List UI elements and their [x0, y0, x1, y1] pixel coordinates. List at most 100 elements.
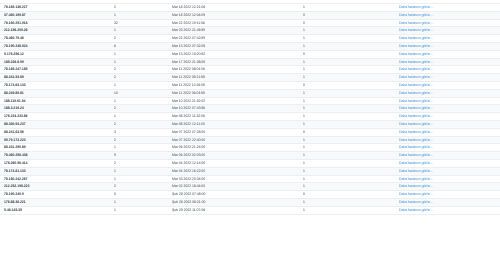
see-more-link[interactable]: Daha fazlasını görün... — [399, 105, 433, 112]
date-cell: Mar 08 2022 12:11:00 — [172, 121, 205, 126]
see-more-link[interactable]: Daha fazlasını görün... — [399, 207, 433, 214]
table-row: 88.231.290.89 1 Mar 06 2022 21:24:00 1 Daha … — [0, 144, 500, 153]
table-row: 185.226.8.99 1 Mar 17 2022 21:38:09 1 Daha f… — [0, 58, 500, 67]
see-more-link[interactable]: Daha fazlasını görün... — [399, 98, 433, 105]
date-cell: Mar 11 2022 12:26:05 — [172, 82, 205, 87]
count-cell: 1 — [114, 59, 116, 64]
see-more-link[interactable]: Daha fazlasını görün... — [399, 43, 433, 50]
value-cell: 1 — [303, 67, 305, 72]
table-row: 88.249.89.81 10 Mar 11 2022 06:03:55 1 Daha … — [0, 89, 500, 98]
date-cell: Mar 22 2022 19:11:56 — [172, 20, 205, 25]
ip-address-cell: 88.241.63.56 — [4, 129, 24, 134]
see-more-link[interactable]: Daha fazlasını görün... — [399, 51, 433, 58]
see-more-link[interactable]: Daha fazlasını görün... — [399, 27, 433, 34]
see-more-link[interactable]: Daha fazlasını görün... — [399, 168, 433, 175]
count-cell: 2 — [114, 184, 116, 189]
value-cell: 1 — [303, 160, 305, 165]
table-row: 178.260.96.414 2 Mar 04 2022 12:14:00 1 Daha… — [0, 160, 500, 168]
see-more-link[interactable]: Daha fazlasını görün... — [399, 137, 433, 144]
date-cell: Mar 10 2022 21:52:02 — [172, 98, 206, 103]
see-more-link[interactable]: Daha fazlasını görün... — [399, 20, 433, 27]
value-cell: 1 — [303, 5, 305, 9]
value-cell: 1 — [303, 184, 305, 189]
value-cell: 1 — [303, 207, 305, 212]
count-cell: 2 — [114, 75, 116, 80]
table-row: 95.79.173.223 2 Mar 07 2022 22:40:00 1 Daha … — [0, 136, 500, 145]
count-cell: 3 — [114, 129, 116, 134]
see-more-link[interactable]: Daha fazlasını görün... — [399, 121, 433, 128]
table-row: 5.176.256.12 1 Mar 13 2022 19:20:52 0 Daha f… — [0, 51, 500, 59]
date-cell: Şub 28 2022 07:48:00 — [172, 192, 206, 197]
see-more-link[interactable]: Daha fazlasını görün... — [399, 191, 433, 198]
ip-address-cell: 37.460.199.87 — [4, 12, 26, 17]
count-cell: 32 — [114, 20, 118, 25]
ip-address-cell: 78.180.242.267 — [4, 176, 28, 181]
see-more-link[interactable]: Daha fazlasını görün... — [399, 82, 433, 89]
value-cell: 1 — [303, 176, 305, 181]
count-cell: 1 — [114, 145, 116, 150]
count-cell: 2 — [114, 137, 116, 142]
value-cell: 0 — [303, 192, 305, 197]
see-more-link[interactable]: Daha fazlasını görün... — [399, 160, 433, 167]
count-cell: 1 — [114, 114, 116, 119]
value-cell: 1 — [303, 114, 305, 119]
count-cell: 1 — [114, 98, 116, 103]
date-cell: Şub 25 2022 11:07:06 — [172, 207, 206, 212]
count-cell: 1 — [114, 12, 116, 17]
ip-address-cell: 5.46.145.35 — [4, 207, 22, 212]
count-cell: 2 — [114, 67, 116, 72]
value-cell: 0 — [303, 51, 305, 56]
date-cell: Mar 02 2022 18:44:00 — [172, 184, 206, 189]
count-cell: 2 — [114, 160, 116, 165]
ip-address-cell: 5.176.256.12 — [4, 51, 24, 56]
value-cell: 1 — [303, 168, 305, 173]
count-cell: 2 — [114, 121, 116, 126]
date-cell: Mar 13 2022 19:20:52 — [172, 51, 206, 56]
date-cell: Mar 04 2022 12:14:00 — [172, 160, 206, 165]
see-more-link[interactable]: Daha fazlasını görün... — [399, 199, 433, 206]
see-more-link[interactable]: Daha fazlasını görün... — [399, 66, 433, 73]
ip-address-cell: 78.189.136.227 — [4, 5, 28, 9]
count-cell: 2 — [114, 106, 116, 111]
see-more-link[interactable]: Daha fazlasını görün... — [399, 176, 433, 183]
see-more-link[interactable]: Daha fazlasını görün... — [399, 4, 433, 11]
see-more-link[interactable]: Daha fazlasını görün... — [399, 152, 433, 159]
ip-address-cell: 212.156.209.26 — [4, 28, 28, 33]
table-row: 5.46.145.35 1 Şub 25 2022 11:07:06 1 Daha fa… — [0, 207, 500, 215]
table-row: 212.156.209.26 1 Mar 23 2022 21:46:59 1 Daha… — [0, 27, 500, 36]
count-cell: 2 — [114, 5, 116, 9]
value-cell: 1 — [303, 121, 305, 126]
table-row: 78.160.291.918 32 Mar 22 2022 19:11:56 0 Dah… — [0, 20, 500, 28]
see-more-link[interactable]: Daha fazlasını görün... — [399, 129, 433, 136]
table-row: 88.241.63.56 3 Mar 07 2022 07:28:00 0 Daha f… — [0, 129, 500, 137]
date-cell: Mar 06 2022 21:24:00 — [172, 145, 206, 150]
see-more-link[interactable]: Daha fazlasını görün... — [399, 35, 433, 42]
table-row: 78.460.256.438 9 Mar 06 2022 02:03:00 1 Daha… — [0, 152, 500, 160]
table-row: 176.234.233.86 1 Mar 08 2022 11:32:06 1 Daha… — [0, 113, 500, 121]
value-cell: 0 — [303, 82, 305, 87]
see-more-link[interactable]: Daha fazlasını görün... — [399, 90, 433, 97]
table-body: 78.189.136.227 2 Mar 18 2022 12:21:06 1 Daha… — [0, 4, 500, 215]
count-cell: 6 — [114, 43, 116, 48]
table-row: 88.241.53.89 2 Mar 11 2022 05:21:55 1 Daha f… — [0, 74, 500, 82]
count-cell: 2 — [114, 36, 116, 41]
date-cell: Mar 11 2022 06:03:55 — [172, 90, 205, 95]
table-row: 78.189.136.227 2 Mar 18 2022 12:21:06 1 Daha… — [0, 4, 500, 12]
see-more-link[interactable]: Daha fazlasını görün... — [399, 183, 433, 190]
date-cell: Mar 18 2022 12:21:06 — [172, 5, 206, 9]
see-more-link[interactable]: Daha fazlasını görün... — [399, 113, 433, 120]
ip-address-cell: 185.226.8.99 — [4, 59, 24, 64]
see-more-link[interactable]: Daha fazlasını görün... — [399, 74, 433, 81]
date-cell: Mar 07 2022 07:28:00 — [172, 129, 206, 134]
see-more-link[interactable]: Daha fazlasını görün... — [399, 59, 433, 66]
table-row: 212.252.198.223 2 Mar 02 2022 18:44:00 1 Dah… — [0, 183, 500, 192]
date-cell: Mar 03 2022 20:34:00 — [172, 176, 206, 181]
count-cell: 1 — [114, 82, 116, 87]
see-more-link[interactable]: Daha fazlasını görün... — [399, 12, 433, 19]
ip-address-cell: 212.252.198.223 — [4, 184, 30, 189]
count-cell: 10 — [114, 90, 118, 95]
date-cell: Mar 10 2022 07:43:56 — [172, 106, 206, 111]
table-row: 78.190.240.9 0 Şub 28 2022 07:48:00 0 Daha f… — [0, 191, 500, 199]
value-cell: 1 — [303, 106, 305, 111]
see-more-link[interactable]: Daha fazlasını görün... — [399, 144, 433, 151]
